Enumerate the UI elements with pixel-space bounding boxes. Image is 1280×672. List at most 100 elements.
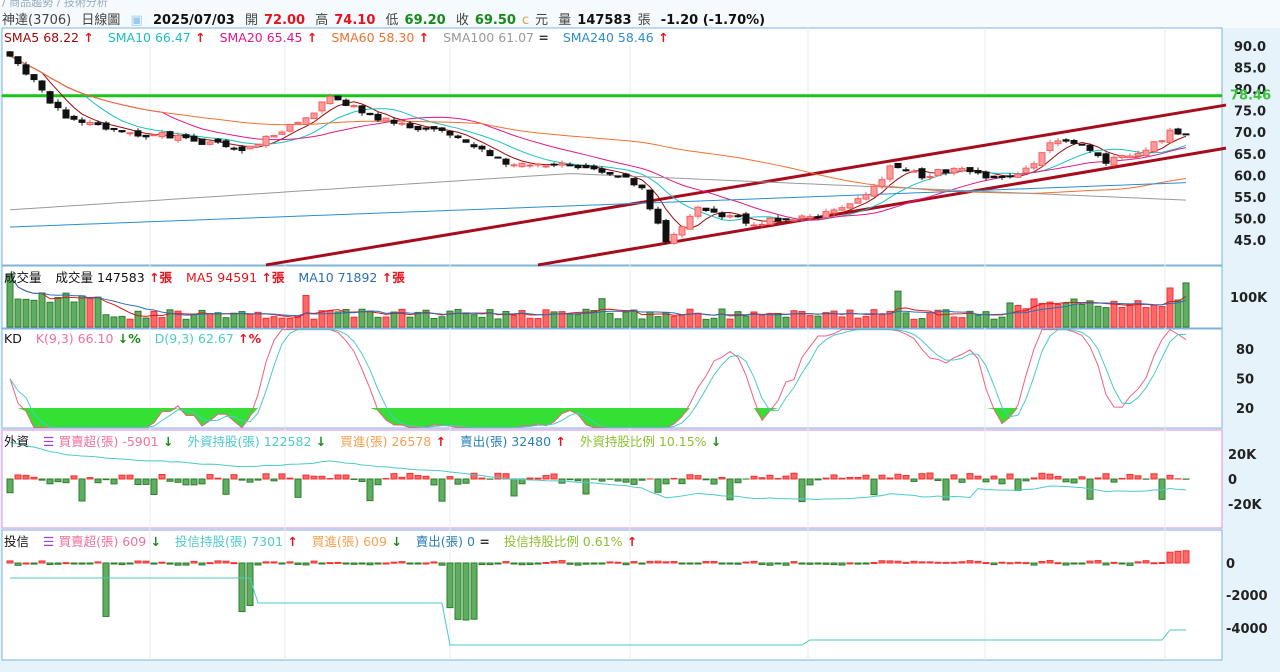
legend-trust-1: 買賣超(張) 609 ↓ — [58, 534, 161, 549]
trend-arrow-icon: ↑ — [190, 30, 206, 45]
trust-netbuy-bar — [966, 560, 974, 564]
candle-body — [438, 127, 446, 131]
foreign-netbuy-bar — [46, 478, 54, 485]
candle-body — [502, 158, 510, 165]
volume-bar — [406, 316, 414, 328]
candle-body — [462, 139, 470, 143]
candle-body — [1158, 140, 1166, 143]
foreign-netbuy-bar — [278, 473, 286, 480]
legend-foreign-1: 買賣超(張) -5901 ↓ — [58, 434, 174, 449]
trust-axis-tick: 0 — [1226, 557, 1235, 572]
legend-volume-0: 成交量 — [4, 270, 42, 285]
volume-bar — [150, 310, 158, 328]
candle-body — [990, 175, 998, 179]
trust-netbuy-bar — [1142, 560, 1150, 564]
foreign-netbuy-bar — [334, 474, 342, 480]
volume-bar — [1006, 302, 1014, 328]
candle-body — [854, 198, 862, 204]
volume-bar — [1166, 287, 1174, 328]
kd-axis-tick: 50 — [1236, 373, 1254, 388]
volume-bar — [614, 318, 622, 328]
legend-foreign-0: 外資 — [4, 434, 30, 449]
trust-netbuy-bar — [1062, 562, 1070, 566]
candle-body — [894, 162, 902, 169]
foreign-netbuy-bar — [398, 476, 406, 480]
volume-bar — [118, 315, 126, 328]
foreign-netbuy-bar — [766, 474, 774, 480]
volume-bar — [86, 298, 94, 328]
candle-body — [430, 126, 438, 130]
trend-arrow-icon: ↑% — [233, 331, 262, 346]
foreign-netbuy-bar — [862, 474, 870, 480]
foreign-netbuy-bar — [1054, 476, 1062, 480]
trust-netbuy-bar — [862, 562, 870, 565]
foreign-netbuy-bar — [38, 478, 46, 481]
candle-body — [1182, 133, 1190, 136]
volume-bar — [1038, 302, 1046, 328]
legend-volume-3: MA10 71892 ↑張 — [298, 270, 405, 285]
trust-netbuy-bar — [406, 562, 414, 565]
candle-body — [166, 131, 174, 139]
list-icon[interactable]: ☰ — [43, 534, 59, 549]
foreign-netbuy-bar — [302, 474, 310, 480]
foreign-netbuy-bar — [422, 475, 430, 480]
foreign-netbuy-bar — [926, 472, 934, 480]
foreign-netbuy-bar — [1030, 477, 1038, 480]
trust-netbuy-bar — [174, 562, 182, 566]
list-icon[interactable]: ☰ — [43, 434, 59, 449]
foreign-netbuy-bar — [910, 478, 918, 482]
trust-netbuy-bar — [838, 562, 846, 566]
volume-bar — [870, 309, 878, 328]
volume-bar — [822, 312, 830, 328]
legend-trust-5: 投信持股比例 0.61% ↑ — [503, 534, 638, 549]
candle-body — [742, 213, 750, 224]
foreign-netbuy-bar — [510, 478, 518, 497]
price-axis-tick: 85.0 — [1234, 62, 1266, 77]
candle-body — [622, 173, 630, 178]
volume-bar — [574, 314, 582, 328]
legend-kd-0: KD — [4, 331, 22, 346]
foreign-netbuy-bar — [846, 476, 854, 480]
volume-bar — [1118, 307, 1126, 328]
trust-netbuy-bar — [1022, 562, 1030, 565]
foreign-netbuy-bar — [318, 475, 326, 480]
trust-netbuy-bar — [230, 562, 238, 565]
candle-body — [1054, 140, 1062, 145]
volume-bar — [62, 292, 70, 328]
volume-bar — [678, 315, 686, 328]
candle-body — [830, 209, 838, 214]
candle-body — [774, 217, 782, 222]
foreign-netbuy-bar — [870, 478, 878, 496]
price-axis-tick: 65.0 — [1234, 148, 1266, 163]
foreign-axis-tick: 20K — [1228, 448, 1257, 463]
trust-netbuy-bar — [998, 561, 1006, 564]
trust-netbuy-bar — [726, 562, 734, 565]
candle-body — [590, 165, 598, 170]
trend-arrow-icon: ↓ — [158, 434, 174, 449]
legend-trust-0: 投信 — [4, 534, 30, 549]
volume-bar — [806, 315, 814, 328]
trust-netbuy-bar — [830, 562, 838, 566]
legend-kd-2: D(9,3) 62.67 ↑% — [154, 331, 262, 346]
legend-price-0: SMA5 68.22 ↑ — [4, 30, 94, 45]
foreign-netbuy-bar — [102, 478, 110, 481]
candle-body — [134, 130, 142, 137]
volume-bar — [102, 314, 110, 328]
trust-netbuy-bar — [150, 562, 158, 565]
trust-netbuy-bar — [1094, 560, 1102, 564]
trust-netbuy-bar — [990, 562, 998, 566]
trust-netbuy-bar — [574, 562, 582, 566]
foreign-netbuy-bar — [1134, 475, 1142, 480]
trust-netbuy-bar — [390, 561, 398, 564]
foreign-netbuy-bar — [670, 477, 678, 480]
price-axis-tick: 70.0 — [1234, 126, 1266, 141]
trend-arrow-icon: ↑ — [78, 30, 94, 45]
foreign-netbuy-bar — [550, 473, 558, 480]
trust-netbuy-bar — [1102, 562, 1110, 566]
candle-body — [606, 171, 614, 175]
candle-body — [350, 105, 358, 108]
volume-bar — [366, 310, 374, 328]
trust-netbuy-bar — [1110, 561, 1118, 564]
candle-body — [806, 216, 814, 219]
candle-body — [926, 176, 934, 179]
